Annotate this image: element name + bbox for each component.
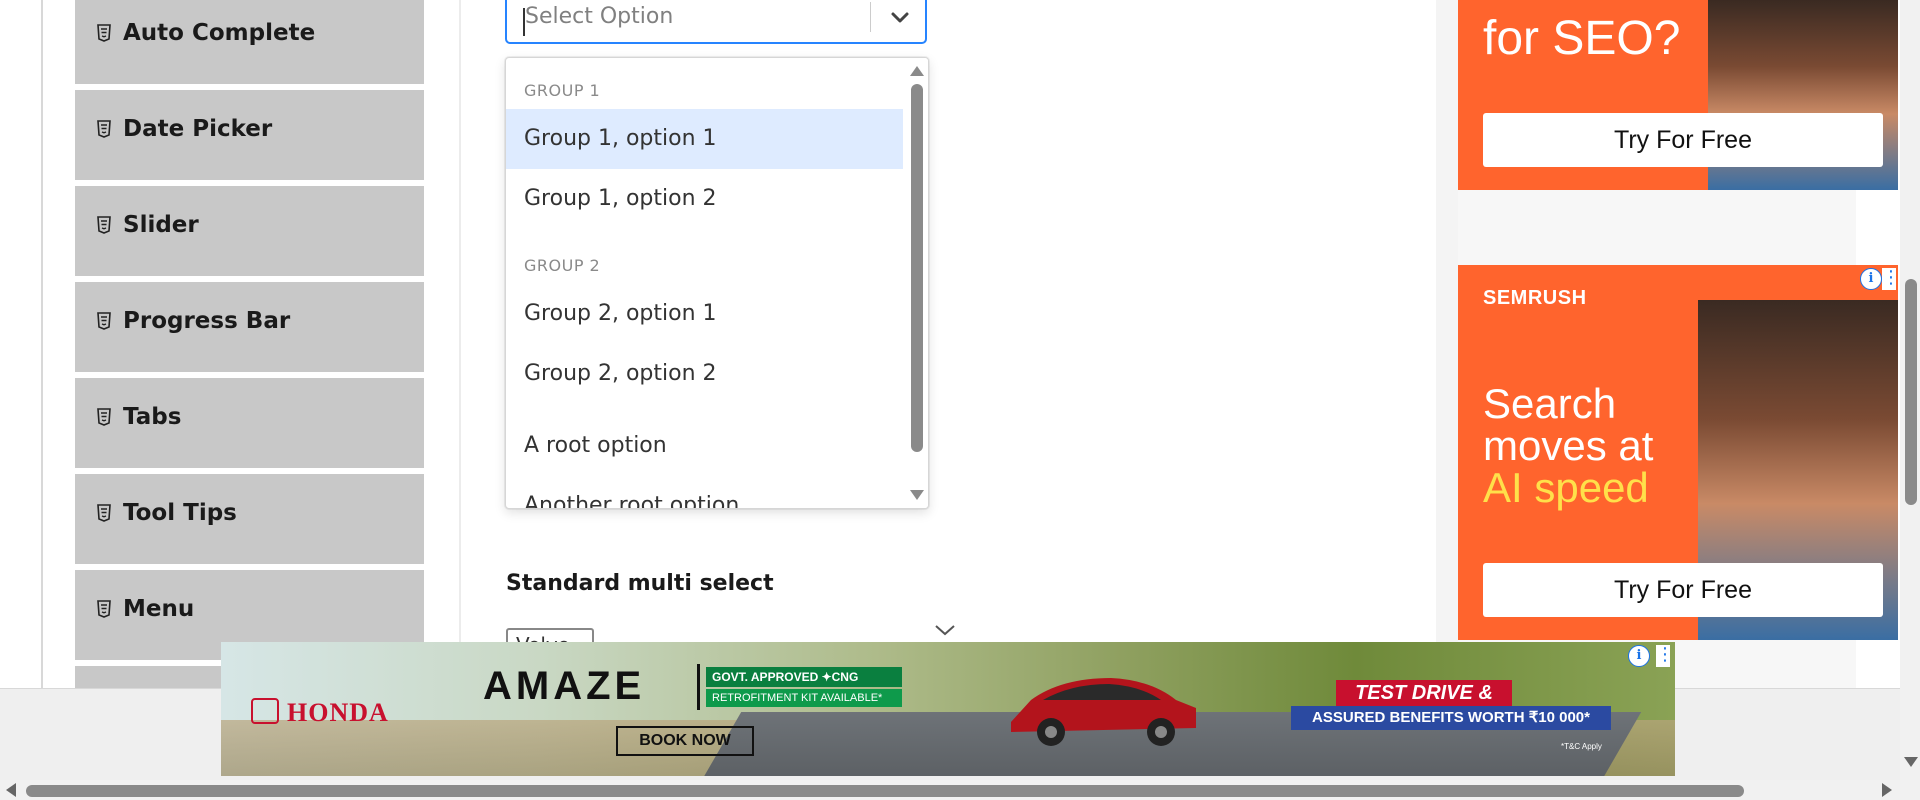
select-option[interactable]: Another root option [506, 476, 903, 508]
scroll-left-arrow-icon[interactable] [6, 783, 16, 797]
semrush-logo: SEMRUSH [1483, 287, 1587, 309]
honda-h-mark-icon [251, 698, 279, 724]
select-placeholder: Select Option [525, 4, 674, 29]
scroll-right-arrow-icon[interactable] [1882, 783, 1892, 797]
sidebar-item-label: Menu [123, 596, 195, 622]
sidebar-item-label: Tabs [123, 404, 182, 430]
menu-scroll-thumb[interactable] [911, 84, 923, 452]
chevron-down-icon[interactable] [932, 620, 958, 640]
ad-headline-line3: AI speed [1483, 464, 1649, 511]
chevron-down-icon[interactable] [885, 3, 915, 33]
sidebar-item-tool-tips[interactable]: Tool Tips [75, 474, 424, 567]
group-heading: GROUP 2 [524, 256, 601, 275]
page: Auto Complete Date Picker Slider Progres… [0, 0, 1920, 800]
select-option[interactable]: Group 1, option 2 [506, 169, 903, 229]
scroll-down-icon[interactable] [910, 490, 924, 500]
ad-headline-line1: Search [1483, 380, 1617, 427]
select-option[interactable]: Group 2, option 2 [506, 344, 903, 404]
sidebar-item-label: Tool Tips [123, 500, 237, 526]
page-horizontal-scrollbar[interactable] [0, 780, 1900, 800]
select-control[interactable]: Select Option [505, 0, 927, 44]
html5-icon [97, 504, 111, 522]
assured-benefits-badge: ASSURED BENEFITS WORTH ₹10 000* [1291, 706, 1611, 730]
select-option[interactable]: Group 2, option 1 [506, 284, 903, 344]
select-menu: GROUP 1 Group 1, option 1 Group 1, optio… [505, 57, 929, 509]
html5-icon [97, 312, 111, 330]
sidebar-item-auto-complete[interactable]: Auto Complete [75, 0, 424, 87]
ad-info-icon[interactable]: i [1860, 268, 1882, 290]
ad-semrush[interactable]: SEMRUSH Search moves at AI speed Try For… [1458, 265, 1898, 640]
ad-headline-line2: moves at [1483, 422, 1654, 469]
sidebar-item-label: Progress Bar [123, 308, 291, 334]
sidebar-item-label: Auto Complete [123, 20, 316, 46]
select-option[interactable]: A root option [506, 416, 903, 476]
content-divider [459, 0, 461, 688]
ad-menu-icon[interactable]: ⋮ [1882, 268, 1900, 290]
retrofit-badge: RETROFITMENT KIT AVAILABLE* [706, 689, 902, 707]
scroll-down-arrow-icon[interactable] [1904, 757, 1918, 767]
multi-select-label: Standard multi select [506, 571, 774, 596]
html5-icon [97, 600, 111, 618]
banner-divider [697, 664, 700, 710]
honda-banner-ad[interactable]: HONDA AMAZE GOVT. APPROVED ✦CNG RETROFIT… [221, 642, 1675, 776]
ad-menu-icon[interactable]: ⋮ [1656, 645, 1674, 667]
horizontal-scroll-thumb[interactable] [26, 785, 1744, 797]
book-now-button[interactable]: BOOK NOW [616, 726, 754, 756]
ad-info-icon[interactable]: i [1628, 645, 1650, 667]
select-option[interactable]: Group 1, option 1 [506, 109, 903, 169]
scroll-up-icon[interactable] [910, 66, 924, 76]
sidebar-item-label: Slider [123, 212, 199, 238]
html5-icon [97, 120, 111, 138]
amaze-logo: AMAZE [483, 664, 646, 708]
indicator-separator [870, 2, 871, 32]
ad-cta-button[interactable]: Try For Free [1483, 113, 1883, 167]
car-image [1011, 678, 1196, 746]
html5-icon [97, 216, 111, 234]
sidebar-item-slider[interactable]: Slider [75, 186, 424, 279]
left-divider [41, 0, 43, 688]
tnc-text: *T&C Apply [1561, 742, 1602, 751]
ad-cta-button[interactable]: Try For Free [1483, 563, 1883, 617]
page-vertical-scrollbar[interactable] [1900, 0, 1920, 800]
sidebar-item-date-picker[interactable]: Date Picker [75, 90, 424, 183]
ad-headline: for SEO? [1483, 12, 1681, 65]
honda-logo: HONDA [251, 698, 389, 728]
html5-icon [97, 24, 111, 42]
vertical-scroll-thumb[interactable] [1905, 279, 1917, 505]
sidebar-item-label: Date Picker [123, 116, 273, 142]
sidebar-item-tabs[interactable]: Tabs [75, 378, 424, 471]
sidebar-item-progress-bar[interactable]: Progress Bar [75, 282, 424, 375]
html5-icon [97, 408, 111, 426]
honda-wordmark: HONDA [287, 698, 389, 727]
govt-approved-badge: GOVT. APPROVED ✦CNG [706, 667, 902, 687]
ad-top[interactable]: for SEO? Try For Free [1458, 0, 1898, 190]
test-drive-badge: TEST DRIVE & WIN [1336, 680, 1512, 730]
sidebar: Auto Complete Date Picker Slider Progres… [75, 0, 424, 759]
group-heading: GROUP 1 [524, 81, 601, 100]
